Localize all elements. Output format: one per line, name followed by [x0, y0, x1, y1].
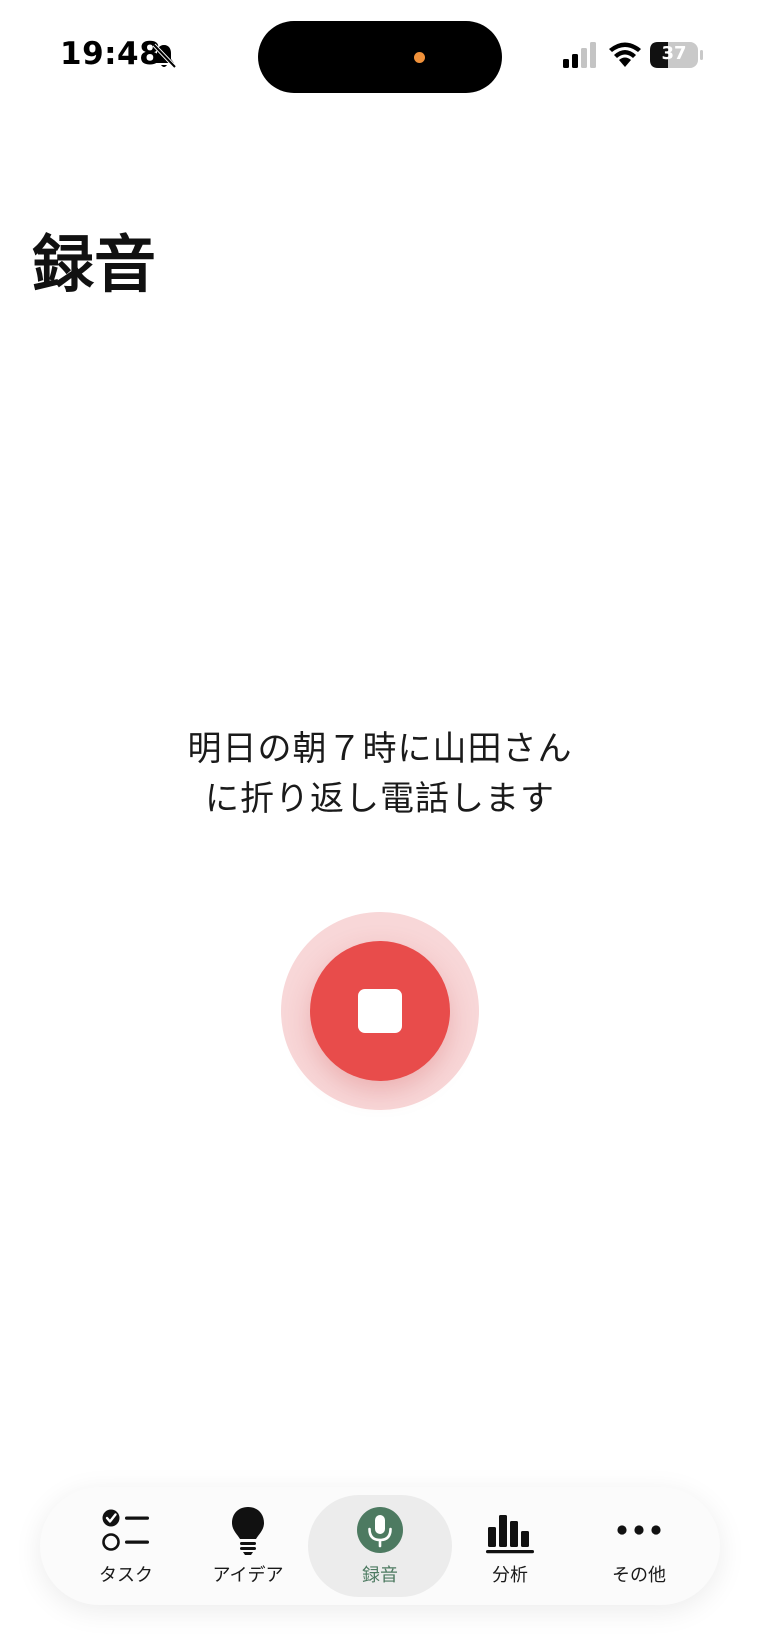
- tab-analysis[interactable]: 分析: [445, 1487, 575, 1605]
- tab-label: 分析: [492, 1565, 528, 1586]
- stop-icon: [358, 989, 402, 1033]
- battery-level: 37: [661, 43, 687, 64]
- signal-icon: [563, 42, 596, 68]
- tab-label: アイデア: [212, 1565, 284, 1586]
- stop-recording-button[interactable]: [310, 941, 450, 1081]
- transcript-text: 明日の朝７時に山田さん に折り返し電話します: [130, 724, 630, 824]
- tab-bar: タスク アイデア 録音 分析 その他: [40, 1487, 720, 1605]
- tab-label: 録音: [362, 1565, 398, 1586]
- tab-tasks[interactable]: タスク: [61, 1487, 191, 1605]
- tab-more[interactable]: その他: [574, 1487, 704, 1605]
- microphone-icon: [357, 1507, 403, 1553]
- tab-ideas[interactable]: アイデア: [183, 1487, 313, 1605]
- dynamic-island: [258, 21, 502, 93]
- tab-recording[interactable]: 録音: [315, 1487, 445, 1605]
- bar-chart-icon: [486, 1515, 534, 1554]
- transcript-line: に折り返し電話します: [205, 779, 555, 819]
- page-title: 録音: [32, 228, 157, 301]
- bell-off-icon: [152, 43, 177, 69]
- checklist-icon: [102, 1509, 149, 1551]
- tab-label: タスク: [99, 1565, 153, 1586]
- transcript-line: 明日の朝７時に山田さん: [187, 729, 573, 769]
- lightbulb-icon: [232, 1507, 264, 1555]
- tab-label: その他: [612, 1565, 666, 1586]
- more-dots-icon: [617, 1525, 661, 1535]
- wifi-icon: [609, 42, 641, 67]
- mic-indicator-dot: [414, 52, 425, 63]
- status-time: 19:48: [60, 36, 162, 72]
- status-bar: 19:48 37: [0, 0, 760, 115]
